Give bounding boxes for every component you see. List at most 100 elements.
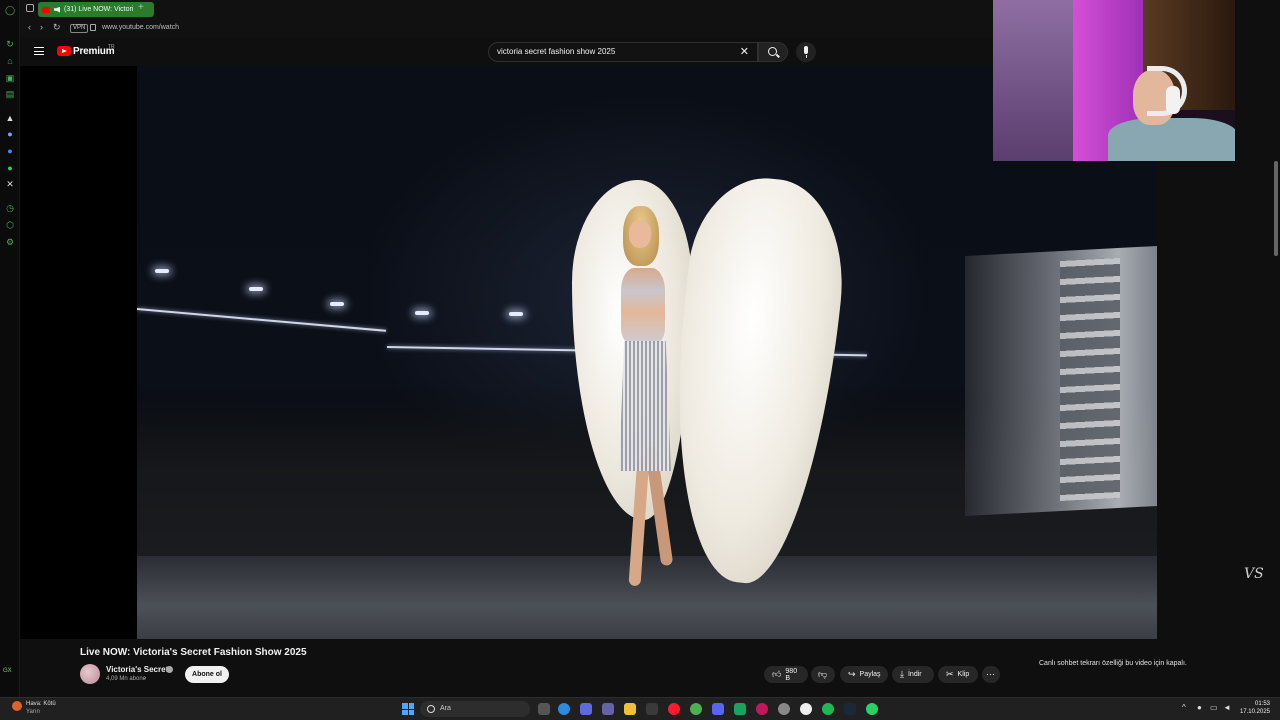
teams-icon[interactable] [602, 703, 614, 715]
tab-list-icon[interactable] [26, 4, 34, 12]
country-code: TR [108, 44, 115, 50]
stage-light [155, 269, 169, 273]
share-icon: ↪ [848, 669, 856, 679]
messenger-icon[interactable]: ● [4, 145, 16, 157]
bookmarks-icon[interactable]: ⌂ [4, 55, 16, 67]
start-icon[interactable] [402, 703, 414, 715]
like-count: 980 B [785, 667, 798, 682]
subscriber-count: 4,09 Mn abone [106, 676, 147, 682]
url-field[interactable]: www.youtube.com/watch [102, 24, 179, 31]
webcam-overlay [993, 0, 1235, 161]
scrollbar[interactable] [1274, 161, 1278, 256]
whatsapp-taskbar-icon[interactable] [866, 703, 878, 715]
vs-watermark: VS [1244, 566, 1264, 582]
light-truss [137, 308, 387, 332]
chrome-icon[interactable] [690, 703, 702, 715]
thumbs-up-icon: 👍︎ [772, 669, 782, 679]
more-icon: ⋯ [986, 669, 995, 679]
chat-disabled-message: Canlı sohbet tekrarı özelliği bu video i… [1039, 660, 1187, 667]
search-box[interactable]: victoria secret fashion show 2025 ✕ [488, 42, 758, 62]
channel-name[interactable]: Victoria's Secret [106, 665, 168, 674]
whatsapp-icon[interactable]: ● [4, 162, 16, 174]
runway-model [605, 206, 685, 596]
task-view-icon[interactable] [538, 703, 550, 715]
clip-label: Klip [957, 671, 970, 678]
led-screen [965, 245, 1157, 517]
settings-icon[interactable]: ⚙ [4, 236, 16, 248]
like-button[interactable]: 👍︎ 980 B [764, 666, 808, 683]
clock-date[interactable]: 17.10.2025 [1236, 709, 1270, 715]
vpn-badge[interactable]: VPN [70, 24, 89, 33]
menu-icon[interactable] [34, 47, 44, 55]
stage-light [330, 302, 344, 306]
copilot-icon[interactable] [580, 703, 592, 715]
stage-light [249, 287, 263, 291]
file-explorer-icon[interactable] [624, 703, 636, 715]
twitch-icon[interactable]: ▤ [4, 88, 16, 100]
xbox-icon[interactable] [734, 703, 746, 715]
tray-mic-icon[interactable]: ● [1197, 703, 1202, 712]
opera-sidebar: ◯ ↻ ⌂ ▣ ▤ ▲ ● ● ● ✕ ◷ ⬡ ⚙ GX [0, 0, 20, 700]
search-input[interactable]: victoria secret fashion show 2025 [497, 47, 615, 56]
edge-icon[interactable] [558, 703, 570, 715]
windows-taskbar: Hava: Kötü Yarın Ara ^ ● ▭ ◄ 01:53 17.10… [0, 697, 1280, 720]
clock-icon[interactable]: ◷ [4, 202, 16, 214]
discord-icon[interactable]: ● [4, 128, 16, 140]
tab-youtube[interactable]: (31) Live NOW: Victori [38, 2, 154, 17]
opera-logo-icon[interactable]: ◯ [4, 4, 16, 16]
snapshot-icon[interactable]: ▣ [4, 72, 16, 84]
clock-time[interactable]: 01:53 [1240, 701, 1270, 707]
search-button[interactable] [758, 42, 788, 62]
subscribe-button[interactable]: Abone ol [185, 666, 229, 683]
dislike-button[interactable]: 👎︎ [811, 666, 835, 683]
clip-button[interactable]: ✂ Klip [938, 666, 978, 683]
stage-light [415, 311, 429, 315]
steam-icon[interactable] [844, 703, 856, 715]
taskbar-search[interactable]: Ara [420, 701, 530, 717]
discord-taskbar-icon[interactable] [712, 703, 724, 715]
tab-strip: (31) Live NOW: Victori + [20, 0, 993, 18]
volume-icon[interactable]: ◄ [1223, 703, 1231, 712]
scissors-icon: ✂ [946, 669, 954, 679]
opera-gx-icon[interactable] [756, 703, 768, 715]
thumbs-down-icon: 👎︎ [818, 669, 828, 679]
weather-icon[interactable] [12, 701, 22, 711]
address-bar: ‹ › ↻ VPN www.youtube.com/watch [20, 18, 993, 38]
search-icon [768, 47, 777, 56]
speaker-icon[interactable] [54, 6, 60, 13]
settings-taskbar-icon[interactable] [778, 703, 790, 715]
history-icon[interactable]: ↻ [4, 38, 16, 50]
weather-sub: Yarın [26, 709, 40, 715]
clear-search-icon[interactable]: ✕ [740, 45, 749, 58]
reload-icon[interactable]: ↻ [53, 22, 61, 33]
spotify-icon[interactable] [822, 703, 834, 715]
aria-icon[interactable]: ▲ [4, 112, 16, 124]
download-label: İndir [907, 671, 922, 678]
lock-icon[interactable] [90, 24, 96, 31]
obs-icon[interactable] [800, 703, 812, 715]
gx-label: GX [3, 668, 12, 674]
share-button[interactable]: ↪ Paylaş [840, 666, 888, 683]
weather-title[interactable]: Hava: Kötü [26, 701, 56, 707]
voice-search-icon[interactable] [796, 42, 816, 62]
video-title: Live NOW: Victoria's Secret Fashion Show… [80, 647, 307, 658]
tab-title: (31) Live NOW: Victori [64, 6, 134, 13]
youtube-header: Premium TR victoria secret fashion show … [20, 38, 993, 66]
channel-avatar[interactable] [80, 664, 100, 684]
new-tab-icon[interactable]: + [138, 2, 144, 13]
network-icon[interactable]: ▭ [1210, 703, 1218, 712]
download-button[interactable]: ⤓ İndir [892, 666, 934, 683]
back-icon[interactable]: ‹ [28, 22, 31, 32]
store-icon[interactable] [646, 703, 658, 715]
more-actions-button[interactable]: ⋯ [982, 666, 1000, 683]
download-icon: ⤓ [900, 669, 904, 679]
screen: ◯ ↻ ⌂ ▣ ▤ ▲ ● ● ● ✕ ◷ ⬡ ⚙ GX (31) Live N… [0, 0, 1280, 720]
verified-icon [166, 666, 173, 673]
x-twitter-icon[interactable]: ✕ [4, 178, 16, 190]
opera-icon[interactable] [668, 703, 680, 715]
share-label: Paylaş [859, 671, 881, 678]
tray-chevron-icon[interactable]: ^ [1182, 703, 1186, 712]
youtube-logo-icon[interactable] [57, 46, 71, 56]
cube-icon[interactable]: ⬡ [4, 219, 16, 231]
forward-icon[interactable]: › [40, 22, 43, 32]
